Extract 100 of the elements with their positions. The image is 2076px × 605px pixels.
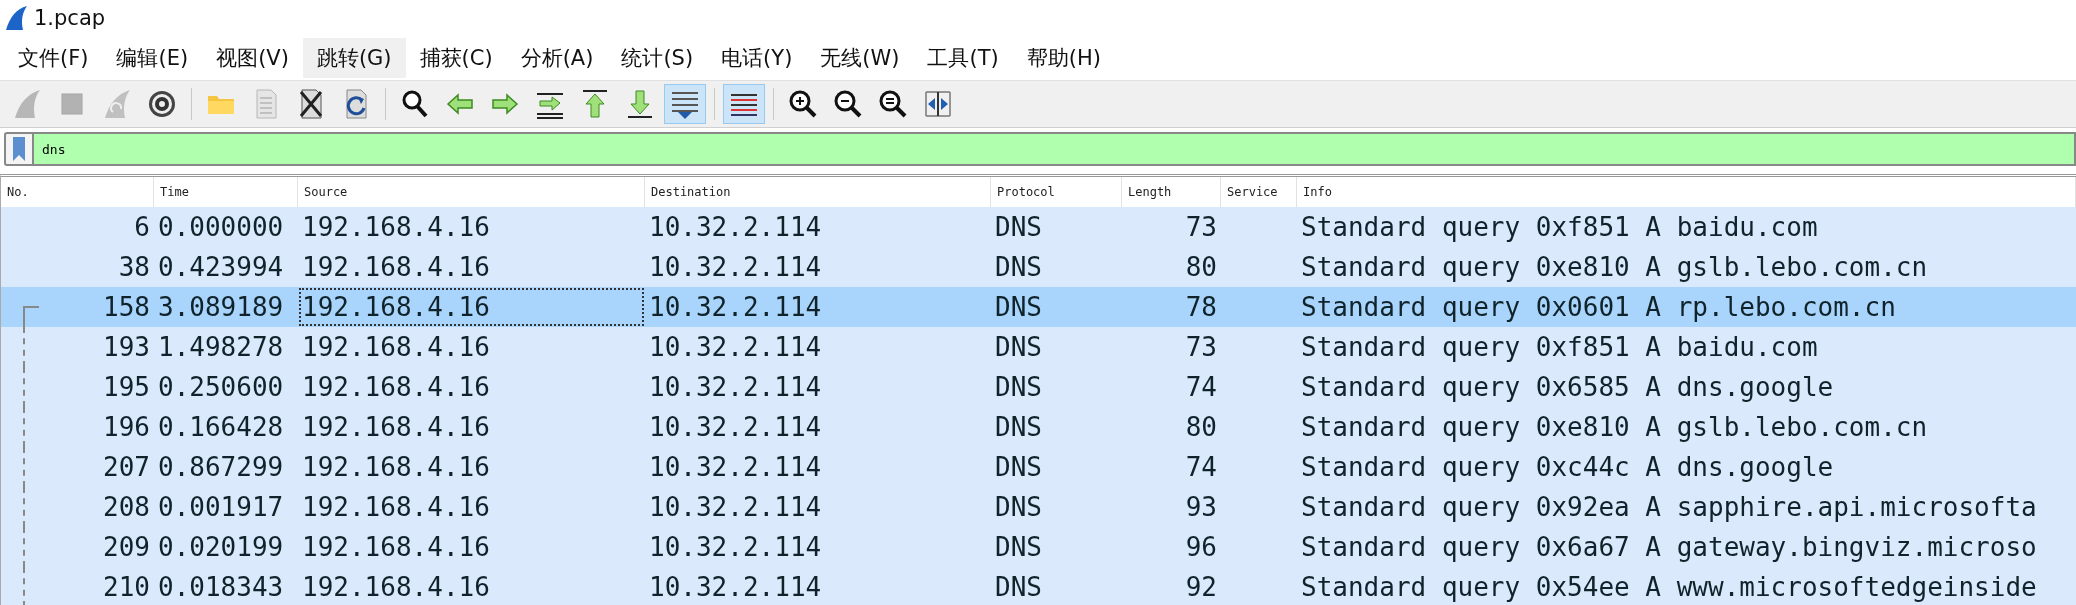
table-cell-text: 74 (1184, 371, 1218, 404)
table-cell-text: 96 (1184, 531, 1218, 564)
table-cell-text: Standard query 0xe810 A gslb.lebo.com.cn (1300, 251, 1929, 284)
table-cell-text: 10.32.2.114 (648, 251, 823, 284)
packet-row[interactable]: 38 0.423994 192.168.4.16 10.32.2.114 DNS 80 Standard query 0xe810 A gslb.lebo.com.cn (1, 247, 2076, 287)
table-cell-text: 10.32.2.114 (648, 411, 823, 444)
toolbar-button[interactable] (723, 84, 765, 124)
menu-item[interactable]: 无线(W) (806, 38, 914, 78)
table-cell-text: 10.32.2.114 (648, 491, 823, 524)
menu-item[interactable]: 跳转(G) (302, 38, 406, 78)
menu-item[interactable]: 编辑(E) (102, 38, 203, 78)
packet-row[interactable]: 207 0.867299 192.168.4.16 10.32.2.114 DNS 74 Standard query 0xc44c A dns.google (1, 447, 2076, 487)
table-cell-text: Standard query 0x0601 A rp.lebo.com.cn (1300, 291, 1897, 324)
table-cell-text: DNS (994, 251, 1043, 284)
table-cell-text: 73 (1184, 331, 1218, 364)
packet-row[interactable]: 210 0.018343 192.168.4.16 10.32.2.114 DNS 92 Standard query 0x54ee A www.microsoftedgeinside (1, 567, 2076, 605)
display-filter-field[interactable]: dns (32, 132, 2076, 166)
table-cell-text: 158 (102, 291, 151, 324)
menu-item[interactable]: 捕获(C) (405, 38, 507, 78)
menu-item[interactable]: 帮助(H) (1012, 38, 1115, 78)
menu-item[interactable]: 分析(A) (506, 38, 608, 78)
table-cell-text: 0.020199 (157, 531, 285, 564)
table-cell-text: 6 (133, 211, 151, 244)
table-cell-text: 10.32.2.114 (648, 331, 823, 364)
packet-row[interactable]: 6 0.000000 192.168.4.16 10.32.2.114 DNS 73 Standard query 0xf851 A baidu.com (1, 207, 2076, 247)
table-cell-text: 0.166428 (157, 411, 285, 444)
table-cell-text: 10.32.2.114 (648, 371, 823, 404)
table-cell-text: 93 (1184, 491, 1218, 524)
table-cell-text: 208 (102, 491, 151, 524)
packet-row[interactable]: 209 0.020199 192.168.4.16 10.32.2.114 DNS 96 Standard query 0x6a67 A gateway.bingviz.microso (1, 527, 2076, 567)
column-resize-icon (922, 88, 954, 120)
table-cell-text: 10.32.2.114 (648, 531, 823, 564)
zoom-equal-icon (877, 88, 909, 120)
table-cell-text: Standard query 0xc44c A dns.google (1300, 451, 1835, 484)
table-cell-text: DNS (994, 331, 1043, 364)
table-cell-text: 192.168.4.16 (301, 371, 491, 404)
table-cell-text: 192.168.4.16 (301, 491, 491, 524)
table-cell-text: 10.32.2.114 (648, 211, 823, 244)
table-cell-text: 80 (1184, 411, 1218, 444)
table-cell-text: 73 (1184, 211, 1218, 244)
table-cell-text: 209 (102, 531, 151, 564)
menu-item[interactable]: 统计(S) (607, 38, 708, 78)
table-cell-text: DNS (994, 571, 1043, 604)
table-cell-text: 0.018343 (157, 571, 285, 604)
table-cell-text: 38 (117, 251, 151, 284)
table-cell-text: 196 (102, 411, 151, 444)
table-cell-text: 0.423994 (157, 251, 285, 284)
menu-item[interactable]: 文件(F) (4, 38, 103, 78)
table-cell-text: Standard query 0x92ea A sapphire.api.microsofta (1300, 491, 2038, 524)
table-cell-text: DNS (994, 291, 1043, 324)
table-cell-text: 192.168.4.16 (301, 531, 491, 564)
table-cell-text: 192.168.4.16 (301, 451, 491, 484)
packet-row[interactable]: 158 3.089189 192.168.4.16 10.32.2.114 DNS 78 Standard query 0x0601 A rp.lebo.com.cn (1, 287, 2076, 327)
table-cell-text: 10.32.2.114 (648, 291, 823, 324)
table-cell-text: 80 (1184, 251, 1218, 284)
table-cell: 192.168.4.16 (298, 287, 645, 327)
table-cell-text: Standard query 0x54ee A www.microsoftedgeinside (1300, 571, 2038, 604)
table-cell-text: 210 (102, 571, 151, 604)
table-cell-text: 92 (1184, 571, 1218, 604)
table-cell-text: DNS (994, 531, 1043, 564)
window-title: 1.pcap (34, 6, 106, 30)
zoom-out-icon (832, 88, 864, 120)
table-cell-text: Standard query 0x6a67 A gateway.bingviz.microso (1300, 531, 2038, 564)
table-cell-text: 192.168.4.16 (301, 411, 491, 444)
table-cell-text: Standard query 0xf851 A baidu.com (1300, 211, 1819, 244)
packet-row[interactable]: 208 0.001917 192.168.4.16 10.32.2.114 DNS 93 Standard query 0x92ea A sapphire.api.microsofta (1, 487, 2076, 527)
table-cell-text: 192.168.4.16 (301, 331, 491, 364)
table-cell-text: 74 (1184, 451, 1218, 484)
packet-row[interactable]: 195 0.250600 192.168.4.16 10.32.2.114 DNS 74 Standard query 0x6585 A dns.google (1, 367, 2076, 407)
table-cell-text: 10.32.2.114 (648, 571, 823, 604)
table-cell-text: 0.250600 (157, 371, 285, 404)
bookmark-button[interactable] (4, 132, 32, 166)
table-cell-text: DNS (994, 451, 1043, 484)
menu-item[interactable]: 视图(V) (202, 38, 303, 78)
table-cell-text: 3.089189 (157, 291, 285, 324)
packet-row[interactable]: 196 0.166428 192.168.4.16 10.32.2.114 DNS 80 Standard query 0xe810 A gslb.lebo.com.cn (1, 407, 2076, 447)
table-cell-text: 192.168.4.16 (301, 251, 491, 284)
table-cell-text: Standard query 0xe810 A gslb.lebo.com.cn (1300, 411, 1929, 444)
table-cell-text: 195 (102, 371, 151, 404)
table-cell-text: 193 (102, 331, 151, 364)
menu-item[interactable]: 工具(T) (913, 38, 1013, 78)
table-cell-text: 207 (102, 451, 151, 484)
zoom-in-icon (787, 88, 819, 120)
table-cell-text: Standard query 0xf851 A baidu.com (1300, 331, 1819, 364)
table-cell-text: 78 (1184, 291, 1218, 324)
bookmark-icon (12, 136, 26, 162)
menu-item[interactable]: 电话(Y) (707, 38, 807, 78)
table-cell-text: Standard query 0x6585 A dns.google (1300, 371, 1835, 404)
table-cell-text: 0.000000 (157, 211, 285, 244)
table-cell-text: 0.001917 (157, 491, 285, 524)
table-cell-text: 1.498278 (157, 331, 285, 364)
table-cell-text: DNS (994, 491, 1043, 524)
shark-fin-icon (4, 5, 28, 31)
table-cell-text: 192.168.4.16 (301, 571, 491, 604)
table-cell-text: DNS (994, 371, 1043, 404)
packet-row[interactable]: 193 1.498278 192.168.4.16 10.32.2.114 DNS 73 Standard query 0xf851 A baidu.com (1, 327, 2076, 367)
table-cell-text: 192.168.4.16 (301, 211, 491, 244)
table-cell-text: 0.867299 (157, 451, 285, 484)
table-cell-text: DNS (994, 411, 1043, 444)
table-cell-text: 10.32.2.114 (648, 451, 823, 484)
